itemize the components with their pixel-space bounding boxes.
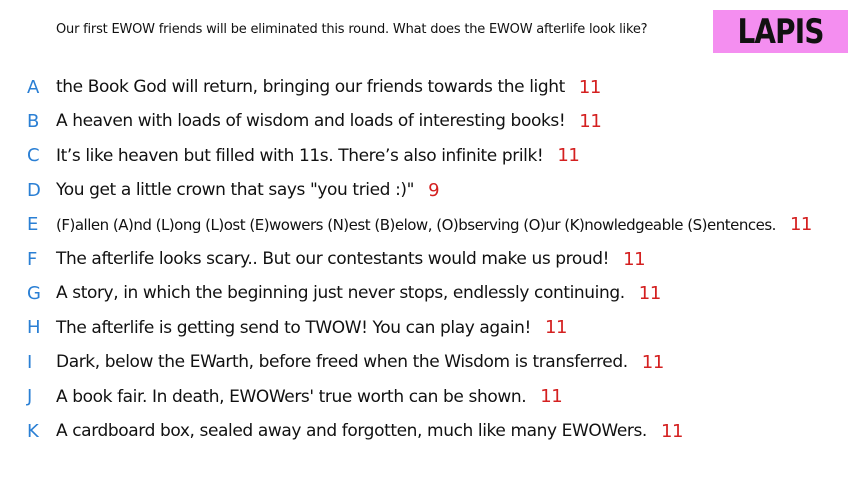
- response-score: 11: [557, 145, 580, 167]
- response-text: You get a little crown that says "you tr…: [56, 180, 415, 201]
- response-text-line: A story, in which the beginning just nev…: [56, 283, 661, 304]
- response-score: 11: [540, 386, 563, 408]
- response-text-line: The afterlife looks scary.. But our cont…: [56, 248, 646, 270]
- response-text: (F)allen (A)nd (L)ong (L)ost (E)wowers (…: [56, 215, 776, 234]
- response-letter: H: [27, 317, 41, 339]
- response-text: the Book God will return, bringing our f…: [56, 77, 565, 97]
- response-letter: C: [27, 145, 40, 167]
- response-score: 11: [789, 214, 812, 236]
- team-badge: LAPIS: [713, 10, 848, 53]
- response-text: It’s like heaven but filled with 11s. Th…: [56, 145, 544, 166]
- response-score: 11: [660, 420, 684, 442]
- response-text-line: Dark, below the EWarth, before freed whe…: [56, 352, 664, 373]
- response-text-line: the Book God will return, bringing our f…: [56, 77, 601, 98]
- response-score: 11: [544, 317, 568, 339]
- team-badge-label: LAPIS: [737, 11, 824, 52]
- response-text-line: You get a little crown that says "you tr…: [56, 179, 440, 201]
- response-text: A cardboard box, sealed away and forgott…: [56, 421, 647, 441]
- response-text: A book fair. In death, EWOWers' true wor…: [56, 386, 527, 407]
- response-letter: G: [27, 282, 41, 304]
- response-score: 11: [579, 110, 602, 132]
- response-text-line: A heaven with loads of wisdom and loads …: [56, 110, 602, 132]
- response-score: 11: [578, 76, 602, 98]
- response-text-line: It’s like heaven but filled with 11s. Th…: [56, 145, 580, 167]
- response-score: 11: [641, 351, 665, 373]
- response-text-line: A book fair. In death, EWOWers' true wor…: [56, 386, 563, 408]
- response-score: 9: [428, 179, 440, 201]
- prompt-text: Our first EWOW friends will be eliminate…: [56, 22, 648, 37]
- response-letter: I: [27, 351, 33, 373]
- response-score: 11: [623, 248, 646, 270]
- response-text-line: (F)allen (A)nd (L)ong (L)ost (E)wowers (…: [56, 214, 812, 235]
- response-letter: A: [27, 76, 40, 98]
- response-letter: J: [27, 386, 33, 408]
- response-text: The afterlife looks scary.. But our cont…: [56, 249, 610, 269]
- response-text-line: The afterlife is getting send to TWOW! Y…: [56, 317, 567, 338]
- response-score: 11: [638, 282, 662, 304]
- response-text: The afterlife is getting send to TWOW! Y…: [56, 317, 531, 338]
- response-text: A story, in which the beginning just nev…: [56, 283, 625, 304]
- response-text: Dark, below the EWarth, before freed whe…: [56, 352, 628, 373]
- response-letter: E: [27, 214, 39, 236]
- response-text: A heaven with loads of wisdom and loads …: [56, 111, 566, 132]
- response-letter: F: [27, 248, 38, 270]
- response-letter: D: [27, 179, 41, 201]
- response-letter: B: [27, 110, 40, 132]
- response-text-line: A cardboard box, sealed away and forgott…: [56, 421, 683, 442]
- response-letter: K: [27, 420, 39, 442]
